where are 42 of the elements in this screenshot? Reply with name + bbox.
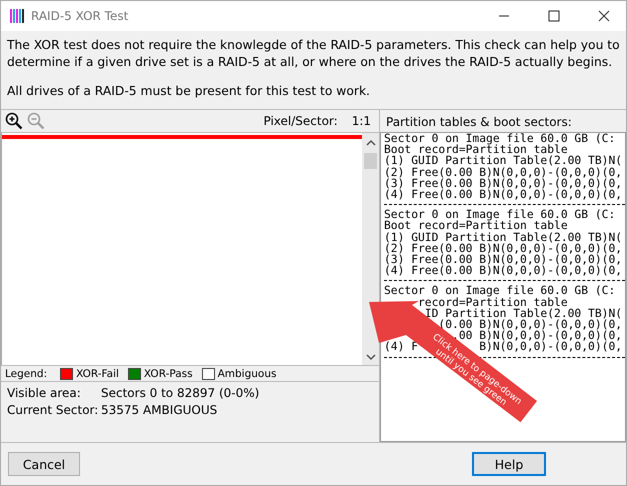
zoom-in-icon[interactable] [5, 112, 23, 130]
info-label: Visible area: [7, 385, 82, 401]
legend-label: Legend: [5, 368, 48, 380]
cancel-button[interactable]: Cancel [8, 452, 80, 476]
text-line: ID Partition Table(2.00 TB)N( [424, 308, 624, 320]
scroll-thumb[interactable] [364, 153, 377, 169]
description-text: All drives of a RAID-5 must be present for this test to work. [7, 83, 371, 100]
text-line: (3) Free(0.00 B)N(0,0,0)-(0,0,0)(0, [384, 254, 624, 266]
close-icon[interactable] [598, 10, 610, 22]
text-line: Sector 0 on Image file 60.0 GB (C: [384, 285, 616, 297]
maximize-icon[interactable] [548, 10, 560, 22]
scroll-up-icon[interactable] [366, 139, 376, 147]
description-text: The XOR test does not require the knowlegde of the RAID-5 parameters. This check can help you to determine if a given drive set is a RAID-5 at all, or where on the drives the RAID-5 actually begins. [7, 37, 620, 71]
text-line: (2) Free(0.00 B)N(0,0,0)-(0,0,0)(0, [384, 242, 624, 254]
app-icon [9, 8, 25, 24]
text-line: Boot record=Partition table [384, 144, 568, 156]
text-line: record=Partition table [417, 296, 568, 308]
text-line: (4) Free(0.00 B)N(0,0,0)-(0,0,0)(0, [384, 265, 624, 276]
partition-text-area[interactable] [380, 132, 626, 442]
text-line: Sector 0 on Image file 60.0 GB (C: [384, 133, 616, 144]
text-fragment: B)N(0,0,0)-(0,0,0)(0, [479, 341, 622, 353]
legend-text: XOR-Fail [76, 368, 119, 380]
text-line: (2) Free(0.00 B)N(0,0,0)-(0,0,0)(0, [384, 166, 624, 178]
panel-title: Partition tables & boot sectors: [385, 114, 573, 131]
help-button[interactable]: Help [472, 452, 546, 476]
text-line: (1) GUID Partition Table(2.00 TB)N( [384, 155, 624, 167]
text-line: (1) GUID Partition Table(2.00 TB)N( [384, 232, 624, 243]
legend-text: XOR-Pass [144, 368, 193, 380]
window-title: RAID-5 XOR Test [31, 9, 128, 23]
info-value: 53575 AMBIGUOUS [101, 402, 218, 418]
text-line: Sector 0 on Image file 60.0 GB (C: [384, 209, 616, 220]
scale-value: 1:1 [352, 114, 371, 128]
text-line: Boot record=Partition table [384, 220, 568, 232]
scale-label: Pixel/Sector: [263, 114, 338, 128]
scroll-down-icon[interactable] [366, 353, 376, 361]
scrollbar[interactable] [362, 133, 379, 365]
text-line: (4) Free(0.00 B)N(0,0,0)-(0,0,0)(0, [384, 189, 624, 200]
text-line: (0.00 B)N(0,0,0)-(0,0,0)(0, [437, 319, 624, 330]
info-value: Sectors 0 to 82897 (0-0%) [101, 385, 260, 401]
legend-text: Ambiguous [218, 368, 276, 380]
info-label: Current Sector: [7, 402, 100, 418]
text-line: (3) Free(0.00 B)N(0,0,0)-(0,0,0)(0, [384, 178, 624, 190]
